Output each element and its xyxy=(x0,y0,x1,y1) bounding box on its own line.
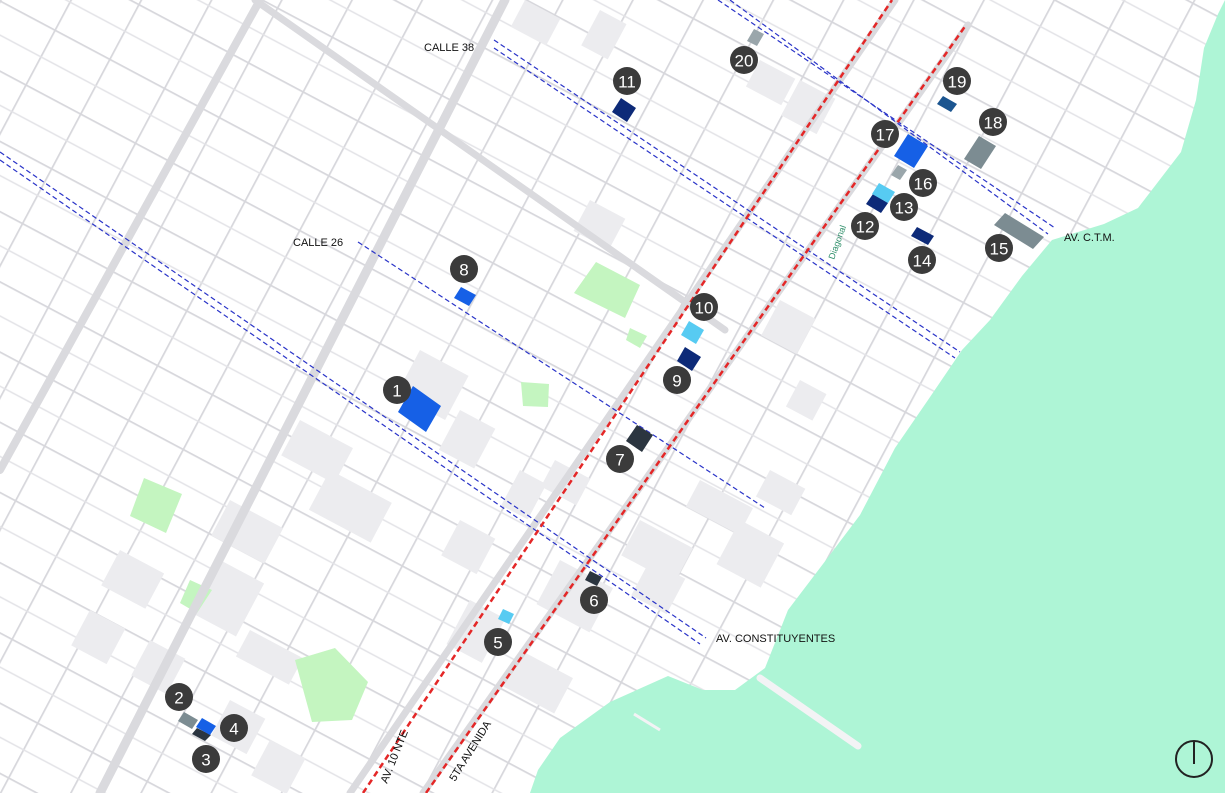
marker-17[interactable]: 17 xyxy=(871,120,899,148)
marker-4[interactable]: 4 xyxy=(220,714,248,742)
park xyxy=(521,382,549,407)
marker-2[interactable]: 2 xyxy=(165,683,193,711)
marker-number: 18 xyxy=(984,114,1003,133)
marker-number: 16 xyxy=(914,175,933,194)
marker-9[interactable]: 9 xyxy=(663,366,691,394)
marker-number: 9 xyxy=(672,372,681,391)
marker-5[interactable]: 5 xyxy=(484,628,512,656)
label-av-ctm: AV. C.T.M. xyxy=(1064,232,1115,244)
marker-1[interactable]: 1 xyxy=(383,376,411,404)
marker-number: 8 xyxy=(459,261,468,280)
marker-number: 5 xyxy=(493,634,502,653)
marker-14[interactable]: 14 xyxy=(908,246,936,274)
marker-20[interactable]: 20 xyxy=(730,46,758,74)
marker-3[interactable]: 3 xyxy=(192,745,220,773)
marker-7[interactable]: 7 xyxy=(606,445,634,473)
marker-6[interactable]: 6 xyxy=(580,586,608,614)
marker-10[interactable]: 10 xyxy=(690,293,718,321)
marker-19[interactable]: 19 xyxy=(943,67,971,95)
marker-number: 4 xyxy=(229,720,238,739)
marker-8[interactable]: 8 xyxy=(450,255,478,283)
marker-number: 3 xyxy=(201,751,210,770)
marker-11[interactable]: 11 xyxy=(613,67,641,95)
marker-number: 15 xyxy=(990,240,1009,259)
marker-18[interactable]: 18 xyxy=(979,108,1007,136)
label-av-constituyentes: AV. CONSTITUYENTES xyxy=(716,633,835,645)
marker-12[interactable]: 12 xyxy=(851,212,879,240)
marker-number: 13 xyxy=(895,199,914,218)
label-calle-26: CALLE 26 xyxy=(293,237,343,249)
marker-number: 20 xyxy=(735,52,754,71)
marker-number: 17 xyxy=(876,126,895,145)
marker-16[interactable]: 16 xyxy=(909,169,937,197)
marker-number: 11 xyxy=(618,73,636,92)
city-map: CALLE 38 CALLE 26 AV. C.T.M. AV. CONSTIT… xyxy=(0,0,1225,793)
marker-number: 10 xyxy=(695,299,714,318)
label-calle-38: CALLE 38 xyxy=(424,42,474,54)
marker-number: 6 xyxy=(589,592,598,611)
marker-number: 19 xyxy=(948,73,967,92)
marker-15[interactable]: 15 xyxy=(985,234,1013,262)
marker-number: 2 xyxy=(174,689,183,708)
marker-number: 14 xyxy=(913,252,932,271)
marker-number: 12 xyxy=(856,218,875,237)
marker-number: 7 xyxy=(615,451,624,470)
marker-13[interactable]: 13 xyxy=(890,193,918,221)
marker-number: 1 xyxy=(392,382,401,401)
